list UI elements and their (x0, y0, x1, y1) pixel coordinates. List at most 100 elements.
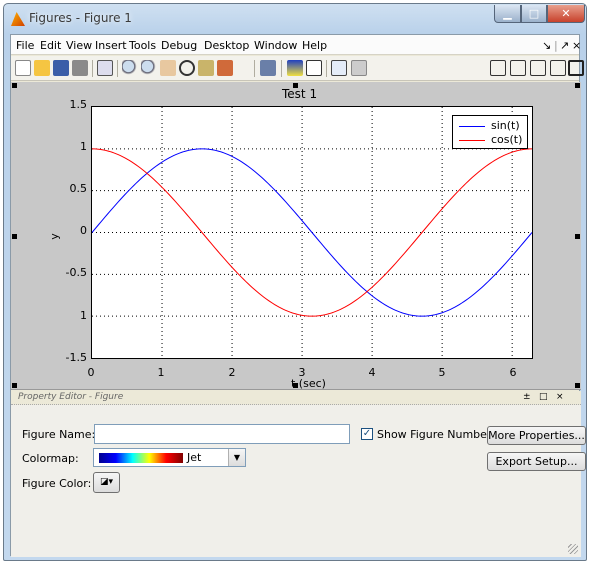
show-figure-number-label: Show Figure Number (377, 428, 492, 441)
show-tools-icon[interactable] (351, 60, 367, 76)
toolbar-separator (326, 60, 327, 77)
x-tick-label: 5 (438, 366, 446, 379)
colorbar-icon[interactable] (287, 60, 303, 76)
x-tick-label: 0 (87, 366, 95, 379)
figure-window: Figures - Figure 1 ▁ □ ✕ File Edit View … (3, 3, 587, 561)
zoom-out-icon[interactable] (141, 60, 157, 76)
rotate-icon[interactable] (179, 60, 195, 76)
menu-bar: File Edit View Insert Tools Debug Deskto… (11, 35, 581, 55)
resize-grip[interactable] (568, 544, 578, 554)
colormap-label: Colormap: (22, 452, 79, 465)
property-editor-header: Property Editor - Figure ± □ × (11, 391, 581, 405)
legend-item: cos(t) (459, 133, 525, 147)
property-editor-title: Property Editor - Figure (18, 392, 124, 402)
legend-icon[interactable] (306, 60, 322, 76)
menu-file[interactable]: File (16, 39, 34, 52)
print-icon[interactable] (72, 60, 88, 76)
x-tick-label: 3 (298, 366, 306, 379)
close-button[interactable]: ✕ (547, 5, 585, 23)
menu-edit[interactable]: Edit (40, 39, 61, 52)
minimize-button[interactable]: ▁ (494, 5, 521, 23)
menu-debug[interactable]: Debug (161, 39, 197, 52)
figure-canvas[interactable]: Test 1 y t (sec) 1.5 1 0.5 0 -0.5 1 -1.5… (11, 82, 581, 390)
menu-insert[interactable]: Insert (95, 39, 127, 52)
y-tick-label: 1.5 (69, 98, 88, 111)
menu-view[interactable]: View (66, 39, 92, 52)
legend-swatch (459, 126, 485, 127)
colormap-swatch (99, 453, 183, 463)
open-icon[interactable] (34, 60, 50, 76)
close-panel-icon[interactable]: × (556, 392, 564, 402)
undock-panel-icon[interactable]: □ (539, 392, 548, 402)
toolbar-separator (281, 60, 282, 77)
y-tick-label: -0.5 (65, 266, 87, 279)
figure-name-label: Figure Name: (22, 428, 96, 441)
matlab-icon (11, 12, 25, 26)
menu-separator: | (554, 39, 558, 52)
plot-axes[interactable]: sin(t) cos(t) (91, 106, 533, 359)
x-tick-label: 2 (228, 366, 236, 379)
selection-handle[interactable] (12, 383, 17, 388)
toolbar-separator (117, 60, 118, 77)
selection-handle[interactable] (12, 83, 17, 88)
menu-tools[interactable]: Tools (129, 39, 156, 52)
figure-color-button[interactable]: ◪▾ (93, 472, 120, 493)
menu-help[interactable]: Help (302, 39, 327, 52)
client-area: File Edit View Insert Tools Debug Deskto… (10, 34, 586, 557)
y-tick-label: 1 (80, 309, 87, 322)
selection-handle[interactable] (575, 383, 580, 388)
split-v-icon[interactable] (510, 60, 526, 76)
x-tick-label: 1 (157, 366, 165, 379)
selection-handle[interactable] (12, 234, 17, 239)
legend[interactable]: sin(t) cos(t) (452, 115, 528, 149)
dock-icon[interactable]: ↗ (560, 39, 569, 52)
plot-title: Test 1 (282, 87, 318, 101)
data-cursor-icon[interactable] (198, 60, 214, 76)
y-tick-label: -1.5 (65, 351, 87, 364)
legend-label: sin(t) (491, 119, 520, 132)
y-tick-label: 0.5 (69, 182, 88, 195)
y-tick-label: 0 (80, 224, 87, 237)
link-icon[interactable] (260, 60, 276, 76)
legend-label: cos(t) (491, 133, 523, 146)
legend-item: sin(t) (459, 119, 525, 133)
selection-handle[interactable] (575, 83, 580, 88)
brush-icon[interactable] (217, 60, 233, 76)
property-editor: Property Editor - Figure ± □ × Figure Na… (11, 391, 586, 557)
colormap-dropdown[interactable]: Jet ▼ (93, 448, 246, 467)
series-line-sin[interactable] (92, 148, 532, 317)
figure-toolbar (11, 56, 584, 81)
export-setup-button[interactable]: Export Setup... (487, 452, 586, 471)
menu-window[interactable]: Window (254, 39, 297, 52)
hide-tools-icon[interactable] (331, 60, 347, 76)
pointer-icon[interactable] (97, 60, 113, 76)
close-figure-icon[interactable]: × (572, 39, 581, 52)
window-title: Figures - Figure 1 (29, 11, 132, 25)
show-figure-number-checkbox[interactable]: ✓ (361, 428, 373, 440)
float-icon[interactable] (550, 60, 566, 76)
title-bar[interactable]: Figures - Figure 1 ▁ □ ✕ (4, 4, 586, 34)
more-properties-button[interactable]: More Properties... (487, 426, 586, 445)
legend-swatch (459, 140, 485, 141)
figure-name-input[interactable] (94, 424, 350, 444)
y-tick-label: 1 (80, 140, 87, 153)
menu-desktop[interactable]: Desktop (204, 39, 249, 52)
pin-icon[interactable]: ± (523, 392, 531, 402)
zoom-in-icon[interactable] (122, 60, 138, 76)
paint-bucket-icon: ◪▾ (99, 477, 114, 487)
maximize-button[interactable]: □ (521, 5, 547, 23)
x-tick-label: 6 (509, 366, 517, 379)
x-tick-label: 4 (368, 366, 376, 379)
undock-icon[interactable]: ↘ (542, 39, 551, 52)
selection-handle[interactable] (575, 234, 580, 239)
chevron-down-icon[interactable]: ▼ (228, 449, 245, 466)
pan-icon[interactable] (160, 60, 176, 76)
split-h-icon[interactable] (530, 60, 546, 76)
figure-color-label: Figure Color: (22, 477, 92, 490)
save-icon[interactable] (53, 60, 69, 76)
maximize-icon[interactable] (568, 60, 584, 76)
toolbar-separator (254, 60, 255, 77)
tile-icon[interactable] (490, 60, 506, 76)
new-figure-icon[interactable] (15, 60, 31, 76)
colormap-value: Jet (187, 451, 202, 464)
